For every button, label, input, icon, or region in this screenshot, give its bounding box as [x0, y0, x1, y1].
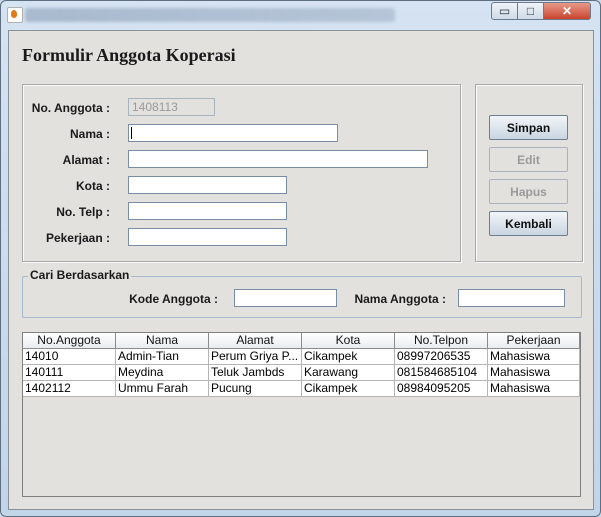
no-anggota-field: 1408113: [128, 98, 215, 116]
column-header-kota[interactable]: Kota: [302, 333, 395, 349]
blurred-title: [25, 8, 395, 22]
table-cell: Teluk Jambds: [209, 365, 302, 381]
table-cell: 08984095205: [395, 381, 488, 397]
nama-anggota-search-input[interactable]: [458, 289, 565, 307]
column-header-no-anggota[interactable]: No.Anggota: [23, 333, 116, 349]
maximize-icon: □: [526, 4, 535, 18]
no-telp-input[interactable]: [128, 202, 287, 220]
table-cell: Meydina: [116, 365, 209, 381]
simpan-button[interactable]: Simpan: [489, 115, 568, 140]
kembali-button[interactable]: Kembali: [489, 211, 568, 236]
pekerjaan-label: Pekerjaan :: [45, 231, 110, 245]
column-header-nama[interactable]: Nama: [116, 333, 209, 349]
table-cell: Cikampek: [302, 381, 395, 397]
table-cell: Mahasiswa: [488, 381, 580, 397]
title-bar: ▭ □ ✕: [1, 1, 600, 29]
table-cell: 140111: [23, 365, 116, 381]
alamat-label: Alamat :: [62, 153, 110, 167]
text-cursor: [131, 127, 132, 139]
search-panel: Cari Berdasarkan Kode Anggota : Nama Ang…: [22, 268, 582, 318]
no-anggota-label: No. Anggota :: [31, 101, 110, 115]
nama-label: Nama :: [69, 127, 110, 141]
close-button[interactable]: ✕: [543, 2, 591, 20]
table-cell: Ummu Farah: [116, 381, 209, 397]
kode-anggota-search-input[interactable]: [234, 289, 337, 307]
kode-anggota-label: Kode Anggota :: [129, 292, 218, 306]
minimize-button[interactable]: ▭: [491, 2, 518, 20]
table-cell: Cikampek: [302, 349, 395, 365]
member-details-group: No. Anggota : 1408113 Nama : Alamat : Ko…: [22, 84, 461, 262]
members-table: No.Anggota Nama Alamat Kota No.Telpon Pe…: [22, 332, 581, 497]
close-icon: ✕: [561, 4, 573, 18]
table-cell: Karawang: [302, 365, 395, 381]
actions-group: Simpan Edit Hapus Kembali: [475, 84, 583, 262]
table-cell: Pucung: [209, 381, 302, 397]
edit-button[interactable]: Edit: [489, 147, 568, 172]
table-row[interactable]: 1402112 Ummu Farah Pucung Cikampek 08984…: [23, 381, 580, 397]
column-header-no-telpon[interactable]: No.Telpon: [395, 333, 488, 349]
table-row[interactable]: 140111 Meydina Teluk Jambds Karawang 081…: [23, 365, 580, 381]
table-cell: 14010: [23, 349, 116, 365]
nama-input[interactable]: [128, 124, 338, 142]
search-legend: Cari Berdasarkan: [28, 268, 132, 282]
form-title: Formulir Anggota Koperasi: [22, 45, 236, 65]
form-panel: Formulir Anggota Koperasi No. Anggota : …: [8, 30, 594, 510]
pekerjaan-input[interactable]: [128, 228, 287, 246]
table-cell: 1402112: [23, 381, 116, 397]
minimize-icon: ▭: [498, 4, 511, 18]
nama-anggota-label: Nama Anggota :: [354, 292, 446, 306]
column-header-pekerjaan[interactable]: Pekerjaan: [488, 333, 580, 349]
table-cell: 08997206535: [395, 349, 488, 365]
hapus-button[interactable]: Hapus: [489, 179, 568, 204]
app-window: ▭ □ ✕ Formulir Anggota Koperasi No. Angg…: [0, 0, 601, 517]
table-cell: Mahasiswa: [488, 349, 580, 365]
alamat-input[interactable]: [128, 150, 428, 168]
no-telp-label: No. Telp :: [56, 205, 110, 219]
table-cell: Mahasiswa: [488, 365, 580, 381]
table-row[interactable]: 14010 Admin-Tian Perum Griya P... Cikamp…: [23, 349, 580, 365]
table-header: No.Anggota Nama Alamat Kota No.Telpon Pe…: [23, 333, 580, 349]
table-cell: Perum Griya P...: [209, 349, 302, 365]
table-cell: Admin-Tian: [116, 349, 209, 365]
column-header-alamat[interactable]: Alamat: [209, 333, 302, 349]
java-icon: [7, 7, 23, 23]
kota-label: Kota :: [76, 179, 110, 193]
table-cell: 081584685104: [395, 365, 488, 381]
maximize-button[interactable]: □: [517, 2, 544, 20]
kota-input[interactable]: [128, 176, 287, 194]
